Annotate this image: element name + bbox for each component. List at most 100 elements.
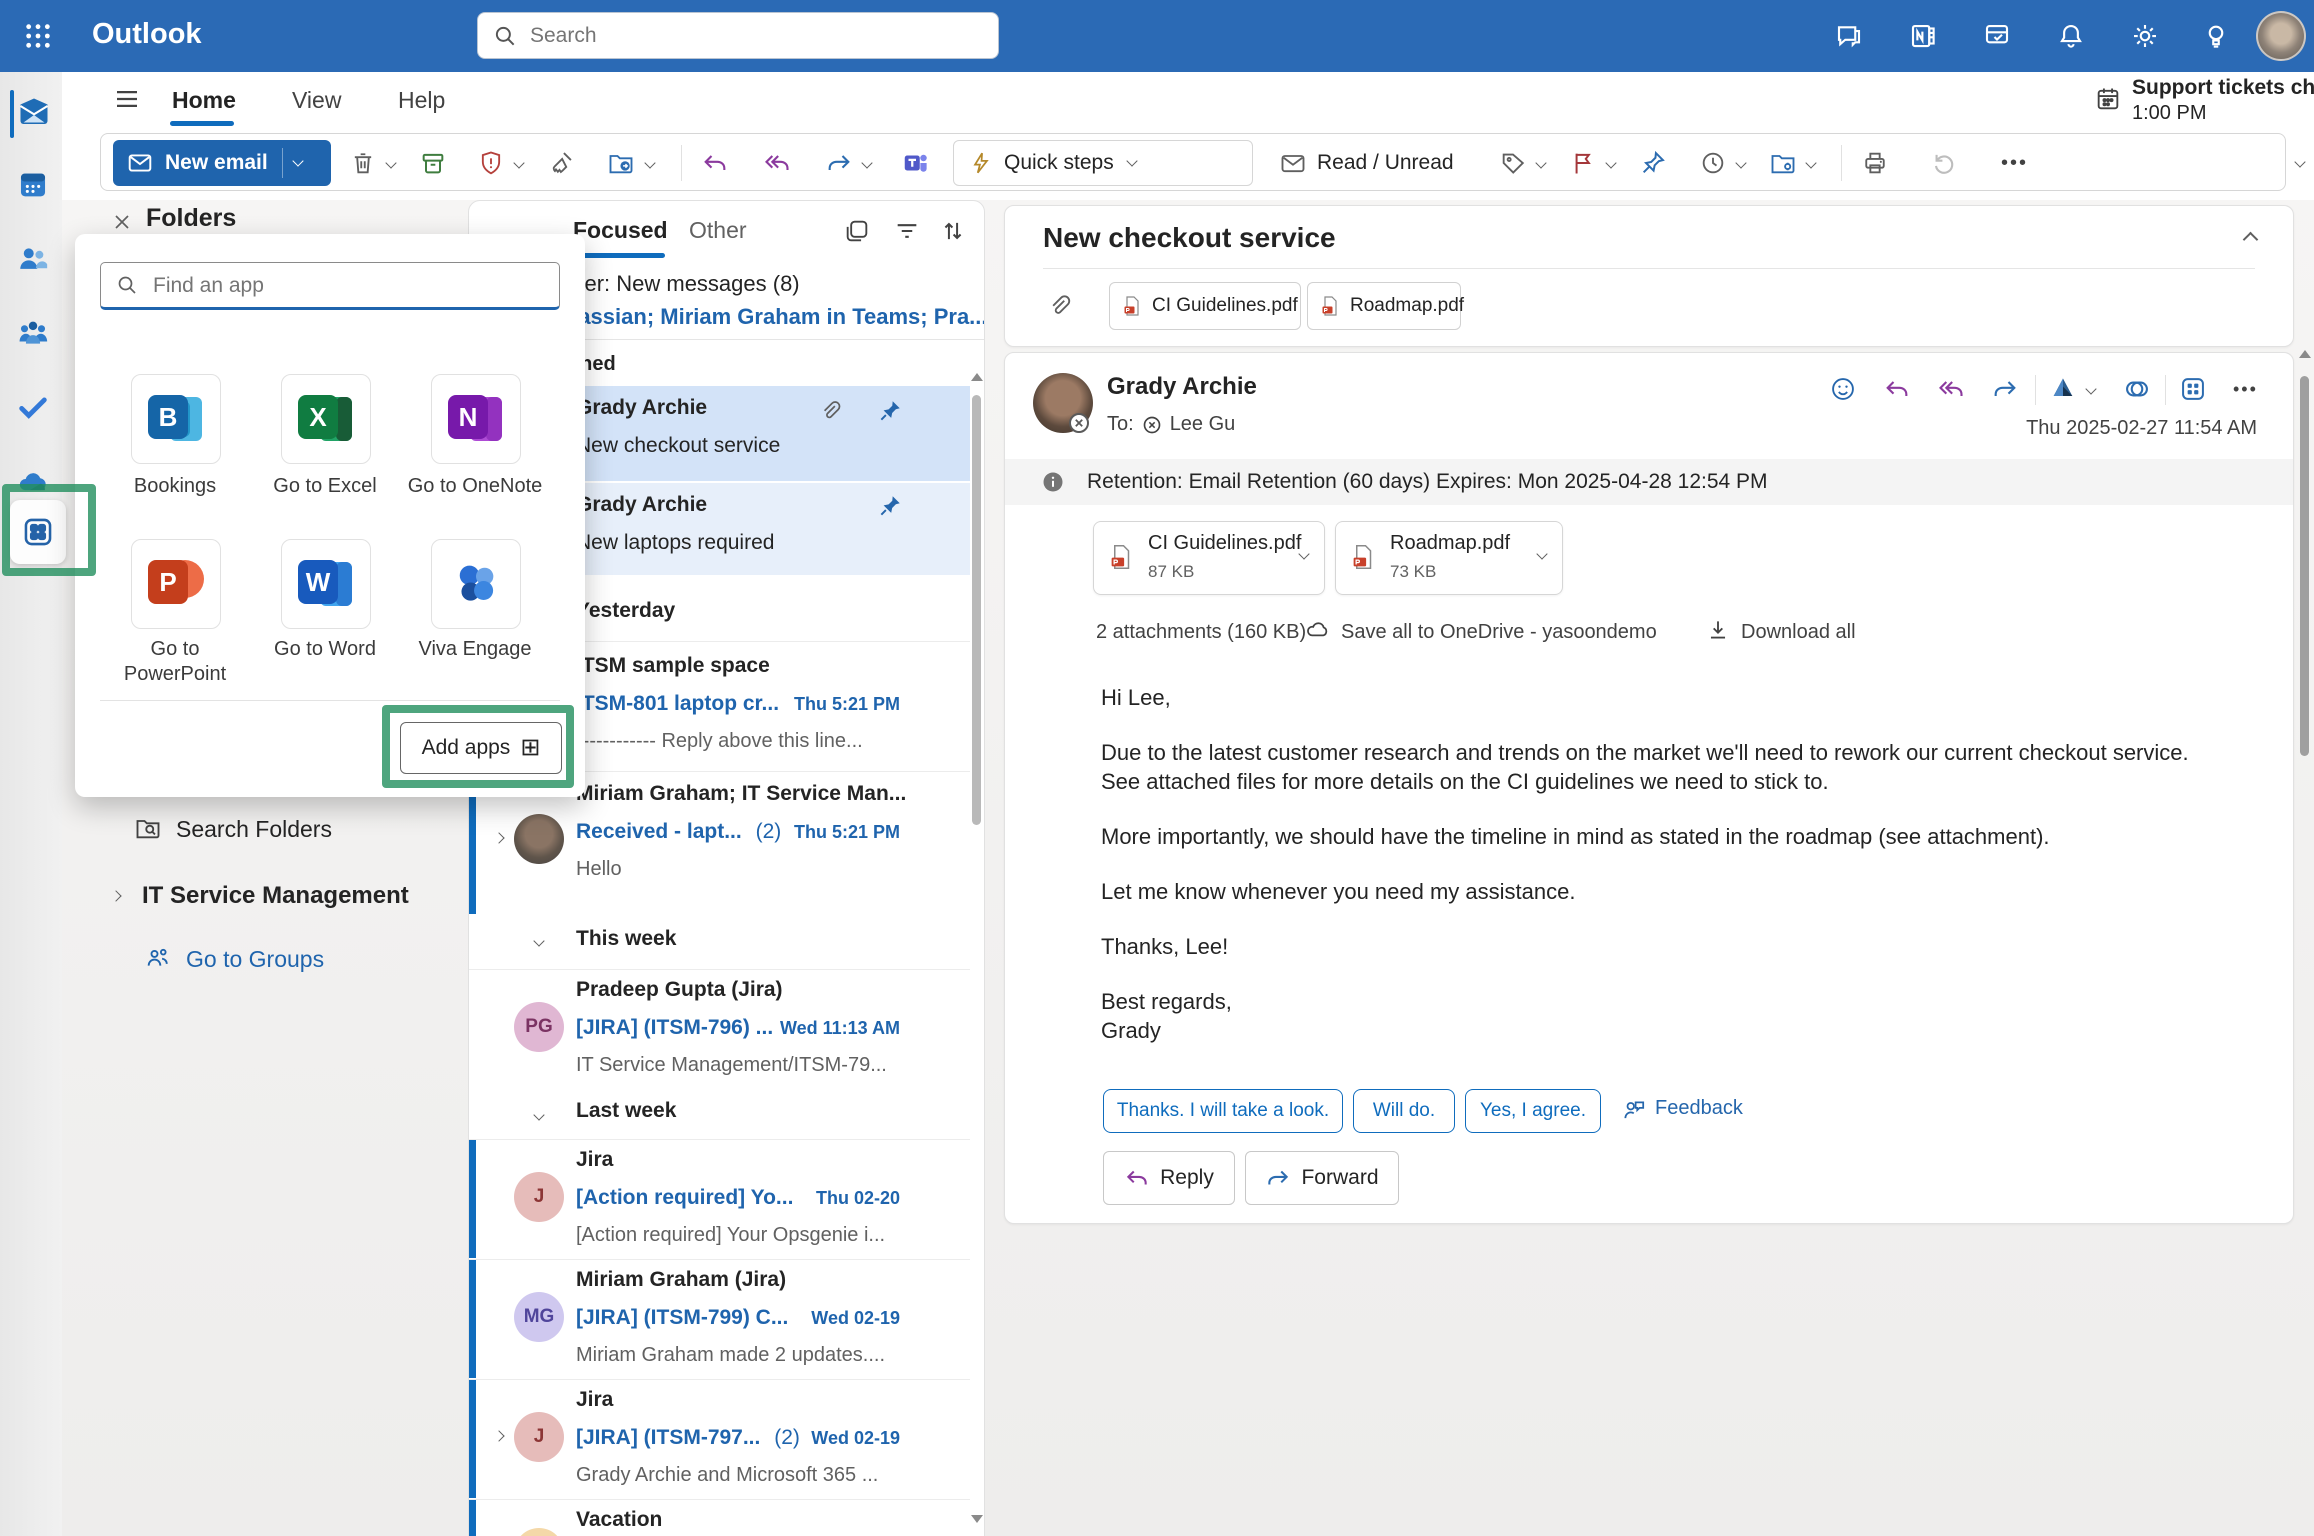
itsm-expand-chevron[interactable]	[110, 890, 121, 901]
read-unread-envelope-icon[interactable]	[1279, 149, 1307, 182]
message-avatar[interactable]	[514, 814, 564, 864]
search-box[interactable]	[477, 12, 999, 59]
new-email-button[interactable]: New email	[113, 140, 331, 186]
find-app-input[interactable]	[151, 265, 551, 307]
account-avatar[interactable]	[2256, 11, 2306, 61]
onenote-feed-icon[interactable]	[1908, 21, 1938, 56]
section-last-week[interactable]: Last week	[576, 1099, 676, 1123]
app-tile-viva-engage[interactable]	[431, 539, 521, 629]
section-yesterday[interactable]: Yesterday	[576, 599, 675, 623]
message-avatar[interactable]: V	[514, 1528, 564, 1536]
rail-groups-icon[interactable]	[16, 316, 50, 355]
rail-todo-icon[interactable]	[16, 390, 50, 429]
scroll-down-arrow[interactable]	[971, 1515, 983, 1523]
collapse-header-chevron[interactable]	[2243, 232, 2259, 248]
jira-app-icon[interactable]	[2049, 375, 2077, 408]
forward-dropdown-chevron[interactable]	[861, 157, 872, 168]
sweep-icon[interactable]	[547, 149, 575, 182]
select-messages-icon[interactable]	[843, 217, 871, 250]
toolbar-more-button[interactable]: •••	[2001, 152, 2028, 175]
tab-view[interactable]: View	[292, 87, 341, 114]
attachment-options-chevron[interactable]	[1536, 548, 1547, 559]
forward-button[interactable]: Forward	[1245, 1151, 1399, 1205]
settings-gear-icon[interactable]	[2130, 21, 2160, 56]
categorize-tag-icon[interactable]	[1499, 149, 1527, 182]
forward-icon[interactable]	[1991, 375, 2019, 408]
section-this-week-chevron[interactable]	[533, 935, 544, 946]
download-all-link[interactable]: Download all	[1741, 621, 1856, 644]
message-row[interactable]: J Jira [JIRA] (ITSM-797... (2) Wed 02-19…	[469, 1379, 970, 1498]
flag-icon[interactable]	[1569, 149, 1597, 182]
feedback-link[interactable]: Feedback	[1655, 1097, 1743, 1120]
teams-chat-icon[interactable]	[1834, 21, 1864, 56]
tab-home[interactable]: Home	[172, 87, 236, 114]
scroll-thumb[interactable]	[972, 395, 981, 825]
suggested-reply-button[interactable]: Will do.	[1353, 1089, 1455, 1133]
find-app-searchbox[interactable]	[100, 262, 560, 310]
scroll-up-arrow[interactable]	[971, 373, 983, 381]
forward-icon[interactable]	[825, 149, 853, 182]
quick-steps-group[interactable]: Quick steps	[953, 140, 1253, 186]
message-avatar[interactable]: J	[514, 1412, 564, 1462]
app-tile-bookings[interactable]: B	[131, 374, 221, 464]
suggested-reply-button[interactable]: Yes, I agree.	[1465, 1089, 1601, 1133]
reply-button[interactable]: Reply	[1103, 1151, 1235, 1205]
attachment-card[interactable]: Roadmap.pdf 73 KB	[1335, 521, 1563, 595]
rail-calendar-icon[interactable]	[16, 168, 50, 207]
read-unread-label[interactable]: Read / Unread	[1317, 151, 1454, 175]
message-avatar[interactable]: PG	[514, 1002, 564, 1052]
app-tile-word[interactable]: W	[281, 539, 371, 629]
todo-tasks-icon[interactable]	[1982, 21, 2012, 56]
rail-mail-icon[interactable]	[16, 94, 52, 135]
section-this-week[interactable]: This week	[576, 927, 676, 951]
pinned-pin-icon[interactable]	[877, 493, 903, 524]
reply-icon[interactable]	[1883, 375, 1911, 408]
recipient-name[interactable]: Lee Gu	[1170, 413, 1236, 436]
pin-icon[interactable]	[1639, 149, 1667, 182]
app-tile-powerpoint[interactable]: P	[131, 539, 221, 629]
sort-icon[interactable]	[939, 217, 967, 250]
attachment-card[interactable]: CI Guidelines.pdf 87 KB	[1093, 521, 1325, 595]
undo-icon[interactable]	[1929, 149, 1957, 182]
print-icon[interactable]	[1861, 149, 1889, 182]
move-to-folder-icon[interactable]	[607, 149, 635, 182]
archive-icon[interactable]	[419, 149, 447, 182]
app-launcher-waffle-icon[interactable]	[22, 20, 54, 57]
message-list-scrollbar[interactable]	[969, 351, 985, 1536]
folder-item-itsm[interactable]: IT Service Management	[142, 882, 409, 910]
message-row[interactable]: PG Pradeep Gupta (Jira) [JIRA] (ITSM-796…	[469, 969, 970, 1088]
app-tile-onenote[interactable]: N	[431, 374, 521, 464]
message-avatar[interactable]: J	[514, 1172, 564, 1222]
rules-chevron[interactable]	[1805, 157, 1816, 168]
save-all-link[interactable]: Save all to OneDrive - yasoondemo	[1341, 621, 1657, 644]
reply-all-icon[interactable]	[1937, 375, 1965, 408]
section-last-week-chevron[interactable]	[533, 1109, 544, 1120]
add-reaction-icon[interactable]	[1829, 375, 1857, 408]
reply-all-icon[interactable]	[763, 149, 791, 182]
delete-icon[interactable]	[349, 149, 377, 182]
message-row[interactable]: MG Miriam Graham (Jira) [JIRA] (ITSM-799…	[469, 1259, 970, 1378]
hamburger-menu-icon[interactable]	[112, 84, 142, 119]
snooze-chevron[interactable]	[1735, 157, 1746, 168]
tab-help[interactable]: Help	[398, 87, 445, 114]
thread-expand-chevron[interactable]	[493, 832, 504, 843]
move-dropdown-chevron[interactable]	[644, 157, 655, 168]
snooze-clock-icon[interactable]	[1699, 149, 1727, 182]
report-dropdown-chevron[interactable]	[513, 157, 524, 168]
sender-name[interactable]: Grady Archie	[1107, 373, 1257, 401]
rail-people-icon[interactable]	[16, 242, 50, 281]
scroll-thumb[interactable]	[2300, 376, 2309, 756]
new-email-dropdown-chevron[interactable]	[292, 155, 303, 166]
banner-link[interactable]: Atlassian; Miriam Graham in Teams; Pra..…	[549, 304, 985, 330]
delete-dropdown-chevron[interactable]	[385, 157, 396, 168]
message-row[interactable]: V Vacation	[469, 1499, 970, 1536]
flag-chevron[interactable]	[1605, 157, 1616, 168]
attachment-chip[interactable]: Roadmap.pdf	[1307, 282, 1461, 330]
tab-focused[interactable]: Focused	[573, 217, 668, 244]
report-shield-icon[interactable]	[477, 149, 505, 182]
reply-icon[interactable]	[701, 149, 729, 182]
quick-steps-chevron[interactable]	[1126, 155, 1137, 166]
folder-item-search-folders[interactable]: Search Folders	[176, 816, 332, 843]
reading-pane-scrollbar[interactable]	[2297, 200, 2313, 1536]
search-input[interactable]	[528, 15, 982, 57]
